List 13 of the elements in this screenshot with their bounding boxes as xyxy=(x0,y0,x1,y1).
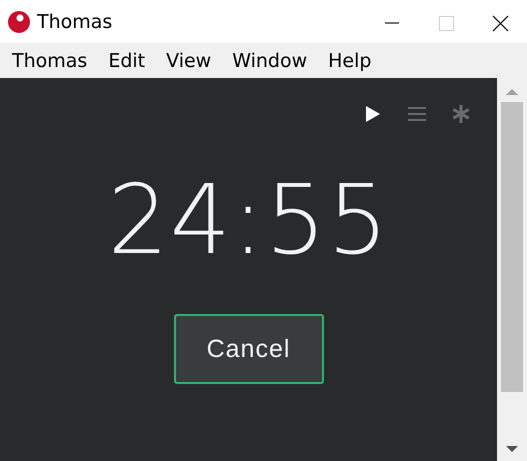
menu-item[interactable]: Window xyxy=(232,50,308,72)
menu-item[interactable]: Edit xyxy=(108,50,146,72)
menu-item[interactable]: View xyxy=(166,50,212,72)
timer-display: 24:55 xyxy=(108,172,390,268)
app-icon xyxy=(7,10,31,34)
cancel-button[interactable]: Cancel xyxy=(174,314,324,384)
menu-item[interactable]: Thomas xyxy=(12,50,88,72)
scroll-down-icon[interactable] xyxy=(505,445,519,453)
menu-item[interactable]: Help xyxy=(328,50,372,72)
scroll-thumb[interactable] xyxy=(501,102,523,392)
window-title: Thomas xyxy=(37,10,114,32)
scrollbar[interactable] xyxy=(497,78,527,461)
scroll-up-icon[interactable] xyxy=(505,88,519,96)
